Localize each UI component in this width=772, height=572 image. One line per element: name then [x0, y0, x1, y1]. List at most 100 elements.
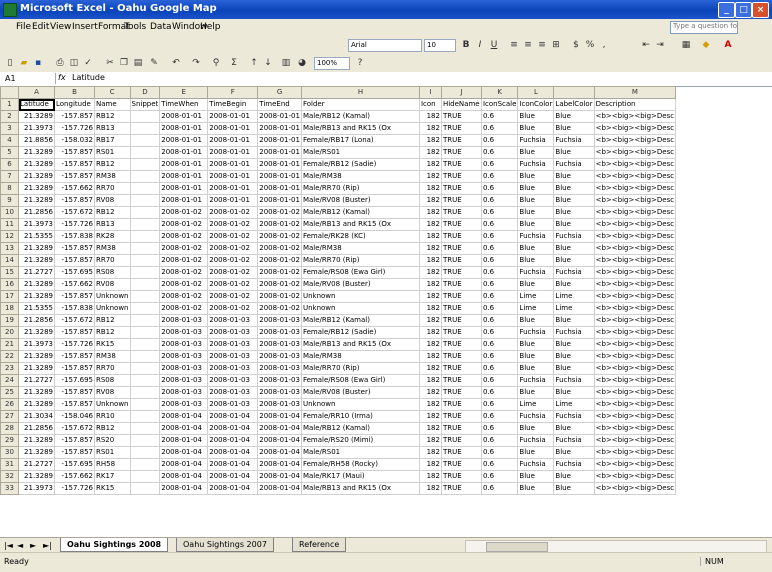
row-header[interactable]: 16 [0, 278, 19, 291]
row-header[interactable]: 3 [0, 122, 19, 135]
cell[interactable]: 2008-01-03 [159, 386, 209, 399]
cell[interactable]: -157.857 [54, 398, 95, 411]
cell[interactable]: 182 [418, 182, 442, 195]
cell[interactable]: IconScale [480, 98, 519, 111]
cell[interactable]: TRUE [440, 218, 482, 231]
cell[interactable]: Unknown [94, 302, 131, 315]
column-header[interactable] [553, 86, 595, 99]
cell[interactable]: 21.3973 [18, 338, 55, 351]
cell[interactable]: 2008-01-03 [257, 362, 302, 375]
cell[interactable]: 2008-01-02 [207, 278, 259, 291]
cell[interactable]: TRUE [440, 194, 482, 207]
cell[interactable]: Fuchsia [553, 374, 595, 387]
cell[interactable] [129, 326, 161, 339]
cell[interactable]: 2008-01-01 [159, 182, 209, 195]
cell[interactable]: 0.6 [480, 182, 519, 195]
bold-icon[interactable]: B [460, 39, 472, 51]
cell[interactable]: 0.6 [480, 422, 519, 435]
row-header[interactable]: 28 [0, 422, 19, 435]
cell[interactable]: 2008-01-03 [207, 338, 259, 351]
cell[interactable] [129, 398, 161, 411]
cell[interactable]: 2008-01-02 [207, 230, 259, 243]
sort-descending-icon[interactable]: ↓ [262, 57, 274, 69]
cell[interactable]: 2008-01-02 [257, 230, 302, 243]
align-right-icon[interactable]: ≡ [536, 39, 548, 51]
cell[interactable]: 0.6 [480, 350, 519, 363]
cell[interactable]: TRUE [440, 386, 482, 399]
cell[interactable]: 182 [418, 314, 442, 327]
cell[interactable]: <b><big><big>Desc [593, 230, 677, 243]
cell[interactable]: TRUE [440, 398, 482, 411]
cell[interactable]: TRUE [440, 350, 482, 363]
cell[interactable]: Blue [517, 386, 555, 399]
row-header[interactable]: 19 [0, 314, 19, 327]
row-header[interactable]: 12 [0, 230, 19, 243]
cell[interactable]: 2008-01-04 [207, 434, 259, 447]
fill-color-icon[interactable]: ◆ [700, 39, 712, 51]
cell[interactable]: 2008-01-04 [159, 434, 209, 447]
cell[interactable]: Male/RV08 (Buster) [300, 194, 420, 207]
cell[interactable] [129, 314, 161, 327]
cell[interactable] [129, 374, 161, 387]
row-header[interactable]: 23 [0, 362, 19, 375]
cell[interactable] [129, 254, 161, 267]
print-preview-icon[interactable]: ◫ [68, 57, 80, 69]
cell[interactable]: Male/RB13 and RK15 (Ox [300, 218, 420, 231]
cell[interactable]: Blue [553, 314, 595, 327]
cell[interactable]: 182 [418, 470, 442, 483]
cell[interactable]: Blue [553, 170, 595, 183]
open-icon[interactable]: ▰ [18, 57, 30, 69]
cell[interactable]: 21.2856 [18, 314, 55, 327]
menu-insert[interactable]: Insert [72, 22, 98, 32]
cell[interactable]: -157.662 [54, 278, 95, 291]
cell[interactable]: <b><big><big>Desc [593, 398, 677, 411]
cell[interactable]: RB13 [94, 122, 131, 135]
cell[interactable]: Blue [517, 350, 555, 363]
cell[interactable]: -157.726 [54, 338, 95, 351]
cell[interactable]: TRUE [440, 314, 482, 327]
cell[interactable]: RS08 [94, 374, 131, 387]
cell[interactable]: 2008-01-01 [207, 134, 259, 147]
cell[interactable]: Longitude [54, 98, 95, 111]
cell[interactable]: 2008-01-02 [207, 254, 259, 267]
cell[interactable]: RS01 [94, 146, 131, 159]
cell[interactable]: -157.838 [54, 302, 95, 315]
cell[interactable]: 2008-01-04 [159, 410, 209, 423]
cell[interactable]: Lime [517, 302, 555, 315]
font-size-select[interactable]: 10 [424, 39, 456, 52]
maximize-button[interactable]: □ [735, 2, 752, 18]
cell[interactable]: 2008-01-03 [159, 374, 209, 387]
cell[interactable]: 21.2856 [18, 422, 55, 435]
cell[interactable]: Blue [517, 194, 555, 207]
cell[interactable]: RR70 [94, 362, 131, 375]
cell[interactable] [129, 242, 161, 255]
cell[interactable]: Blue [517, 170, 555, 183]
menu-data[interactable]: Data [150, 22, 172, 32]
cell[interactable]: 2008-01-01 [159, 158, 209, 171]
cell[interactable]: -157.662 [54, 470, 95, 483]
cell[interactable]: 0.6 [480, 170, 519, 183]
cell[interactable]: 2008-01-03 [207, 398, 259, 411]
cell[interactable]: TRUE [440, 362, 482, 375]
cell[interactable]: <b><big><big>Desc [593, 242, 677, 255]
cell[interactable]: 21.3289 [18, 434, 55, 447]
column-header[interactable]: I [418, 86, 442, 99]
cell[interactable]: RM38 [94, 170, 131, 183]
cell[interactable]: 2008-01-04 [207, 470, 259, 483]
cell[interactable]: 182 [418, 194, 442, 207]
chart-wizard-icon[interactable]: ▥ [280, 57, 292, 69]
cell[interactable]: 0.6 [480, 122, 519, 135]
row-header[interactable]: 18 [0, 302, 19, 315]
cell[interactable]: 2008-01-02 [257, 254, 302, 267]
name-box[interactable]: A1 [2, 73, 56, 84]
italic-icon[interactable]: I [474, 39, 486, 51]
cell[interactable]: Blue [517, 338, 555, 351]
cell[interactable]: RR70 [94, 254, 131, 267]
cell[interactable]: -157.726 [54, 218, 95, 231]
cell[interactable]: Male/RM38 [300, 170, 420, 183]
cell[interactable]: 182 [418, 350, 442, 363]
drawing-icon[interactable]: ◕ [296, 57, 308, 69]
cell[interactable]: 2008-01-04 [207, 422, 259, 435]
cell[interactable]: Blue [517, 218, 555, 231]
cell[interactable]: Female/RB12 (Sadie) [300, 326, 420, 339]
